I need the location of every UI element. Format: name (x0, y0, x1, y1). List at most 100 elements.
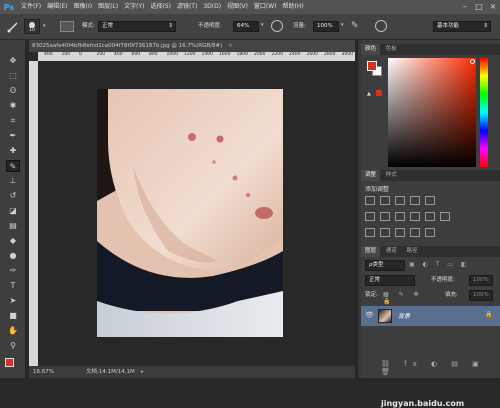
opacity-input[interactable]: 64% (233, 21, 259, 32)
tab-color[interactable]: 颜色 (361, 44, 381, 55)
gradient-map-icon[interactable] (410, 228, 420, 237)
menu-item-filter[interactable]: 滤镜(T) (174, 0, 200, 14)
layer-blend-mode-value: 正常 (369, 277, 381, 283)
hand-tool-icon[interactable]: ✋ (6, 325, 20, 337)
tab-adjustments[interactable]: 调整 (361, 170, 381, 181)
mode-select[interactable]: 正常 ⇕ (98, 21, 176, 32)
ruler-tick-label: 3000 (341, 52, 353, 57)
chevron-down-icon[interactable]: ▾ (43, 23, 49, 29)
invert-icon[interactable] (365, 228, 375, 237)
tab-styles[interactable]: 样式 (382, 170, 401, 181)
marquee-tool-icon[interactable]: ⬚ (6, 70, 20, 82)
rectangle-tool-icon[interactable]: ■ (6, 310, 20, 322)
menu-item-window[interactable]: 窗口(W) (251, 0, 280, 14)
pressure-opacity-icon[interactable] (271, 20, 283, 32)
channel-mixer-icon[interactable] (425, 212, 435, 221)
flow-input[interactable]: 100% (313, 21, 339, 32)
lock-icons[interactable]: ▦ ✎ ✥ 🔒 (383, 291, 433, 305)
path-select-tool-icon[interactable]: ➤ (6, 295, 20, 307)
gamut-color-swatch[interactable] (376, 90, 382, 96)
crop-tool-icon[interactable]: ⌗ (6, 115, 20, 127)
curves-icon[interactable] (395, 196, 405, 205)
eye-icon[interactable]: 👁 (365, 311, 375, 321)
posterize-icon[interactable] (380, 228, 390, 237)
menu-item-type[interactable]: 文字(Y) (121, 0, 147, 14)
healing-brush-tool-icon[interactable]: ✚ (6, 145, 20, 157)
blur-tool-icon[interactable]: ◆ (6, 235, 20, 247)
layer-filter-icons[interactable]: ▣ ◐ T ▭ ◧ (409, 261, 489, 270)
canvas-area[interactable] (38, 61, 355, 366)
zoom-level[interactable]: 16.67% (33, 366, 54, 378)
brush-tool-icon[interactable]: ✎ (6, 160, 20, 172)
menu-item-help[interactable]: 帮助(H) (280, 0, 307, 14)
photo-filter-icon[interactable] (410, 212, 420, 221)
chevron-down-icon[interactable]: ▾ (261, 22, 264, 28)
status-menu-arrow-icon[interactable]: ▸ (141, 366, 144, 378)
horizontal-ruler: 400 200 0 200 400 600 800 1000 1200 1400 1600 1800 2… (38, 52, 355, 61)
menu-item-edit[interactable]: 编辑(E) (44, 0, 70, 14)
ruler-tick-label: 2400 (289, 52, 301, 57)
eraser-tool-icon[interactable]: ◪ (6, 205, 20, 217)
tab-paths[interactable]: 路径 (403, 246, 422, 257)
vibrance-icon[interactable] (425, 196, 435, 205)
selective-color-icon[interactable] (425, 228, 435, 237)
levels-icon[interactable] (380, 196, 390, 205)
layer-kind-filter[interactable]: ρ类型 (365, 260, 405, 271)
quick-select-tool-icon[interactable]: ✱ (6, 100, 20, 112)
layer-bottom-icons[interactable]: ⛓ fx ◐ ▤ ▣ 🗑 (381, 360, 491, 376)
tab-swatches[interactable]: 色板 (382, 44, 401, 55)
fill-input[interactable]: 100% (469, 290, 493, 301)
menu-bar: Ps 文件(F) 编辑(E) 图像(I) 图层(L) 文字(Y) 选择(S) 滤… (0, 0, 500, 14)
tab-channels[interactable]: 通道 (382, 246, 401, 257)
document-tab[interactable]: 83025aafa40f4bfb8efcd1ca004f78f0f736187b… (29, 40, 355, 52)
foreground-color-swatch[interactable] (367, 61, 377, 71)
menu-item-view[interactable]: 视图(V) (224, 0, 251, 14)
lasso-tool-icon[interactable]: ʘ (6, 85, 20, 97)
brush-panel-toggle-icon[interactable] (60, 21, 74, 32)
eyedropper-tool-icon[interactable]: ✒ (6, 130, 20, 142)
color-lookup-icon[interactable] (440, 212, 450, 221)
layer-row-background[interactable]: 👁 背景 🔒 (361, 306, 500, 326)
workspace-select[interactable]: 基本功能 ⇕ (433, 21, 491, 32)
pressure-size-icon[interactable] (375, 20, 387, 32)
airbrush-icon[interactable]: ✎ (351, 20, 363, 32)
gradient-tool-icon[interactable]: ▤ (6, 220, 20, 232)
minimize-button[interactable]: – (458, 0, 472, 14)
close-icon[interactable]: × (228, 43, 233, 49)
color-balance-icon[interactable] (380, 212, 390, 221)
type-tool-icon[interactable]: T (6, 280, 20, 292)
layer-name[interactable]: 背景 (398, 311, 410, 320)
foreground-color-swatch[interactable] (5, 358, 14, 367)
black-white-icon[interactable] (395, 212, 405, 221)
maximize-button[interactable]: □ (472, 0, 486, 14)
move-tool-icon[interactable]: ✥ (6, 55, 20, 67)
brush-preset-picker[interactable]: 10 (24, 19, 40, 34)
photo-canvas[interactable] (38, 61, 355, 366)
clone-stamp-tool-icon[interactable]: ⊥ (6, 175, 20, 187)
ruler-tick-label: 200 (96, 52, 106, 57)
acne-spot (212, 160, 216, 164)
threshold-icon[interactable] (395, 228, 405, 237)
history-brush-tool-icon[interactable]: ↺ (6, 190, 20, 202)
tab-layers[interactable]: 图层 (361, 246, 381, 257)
chevron-down-icon[interactable]: ▾ (341, 22, 344, 28)
pen-tool-icon[interactable]: ✑ (6, 265, 20, 277)
hue-slider[interactable] (480, 58, 488, 167)
brightness-contrast-icon[interactable] (365, 196, 375, 205)
ruler-tick-label: 1400 (201, 52, 213, 57)
layer-blend-mode-select[interactable]: 正常 (365, 275, 415, 286)
hue-saturation-icon[interactable] (365, 212, 375, 221)
exposure-icon[interactable] (410, 196, 420, 205)
menu-item-image[interactable]: 图像(I) (71, 0, 95, 14)
brush-tool-icon[interactable] (6, 20, 20, 34)
zoom-tool-icon[interactable]: ⚲ (6, 340, 20, 352)
color-picker-field[interactable] (388, 58, 476, 167)
dodge-tool-icon[interactable]: ● (6, 250, 20, 262)
menu-item-file[interactable]: 文件(F) (18, 0, 44, 14)
menu-item-select[interactable]: 选择(S) (147, 0, 174, 14)
layer-opacity-input[interactable]: 100% (469, 275, 493, 286)
close-button[interactable]: × (486, 0, 500, 14)
menu-item-layer[interactable]: 图层(L) (95, 0, 121, 14)
ruler-tick-label: 800 (149, 52, 158, 57)
menu-item-3d[interactable]: 3D(D) (200, 0, 224, 14)
